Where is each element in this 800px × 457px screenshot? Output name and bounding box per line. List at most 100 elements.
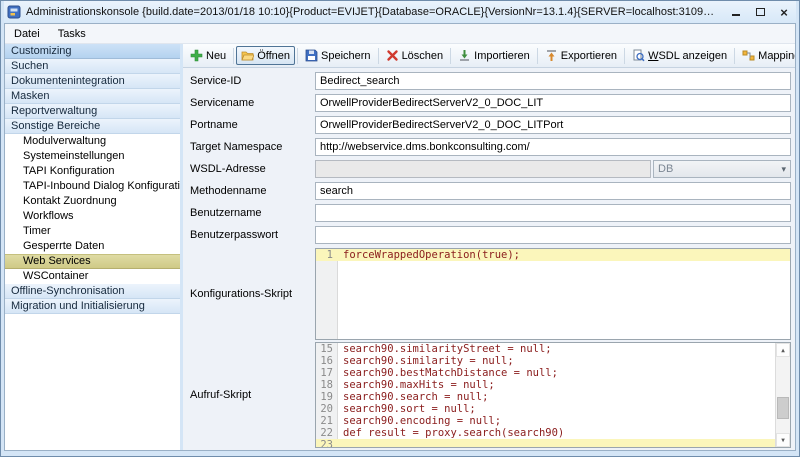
- sidebar-item-modulverwaltung[interactable]: Modulverwaltung: [5, 134, 180, 149]
- title-bar: Administrationskonsole {build.date=2013/…: [4, 1, 796, 23]
- window-controls: ×: [724, 3, 796, 21]
- sidebar-item-label: Offline-Synchronisation: [11, 285, 125, 297]
- sidebar-item-dokumentenintegration[interactable]: Dokumentenintegration: [5, 74, 180, 89]
- portname-input[interactable]: [315, 116, 791, 134]
- sidebar-item-label: Web Services: [23, 255, 91, 267]
- sidebar-item-label: Systemeinstellungen: [23, 150, 125, 162]
- wsdl-view-button[interactable]: WSDL anzeigen: [627, 46, 732, 65]
- sidebar-item-tapi-konfiguration[interactable]: TAPI Konfiguration: [5, 164, 180, 179]
- sidebar-item-migration-und-initialisierung[interactable]: Migration und Initialisierung: [5, 299, 180, 314]
- mapping-icon: [742, 49, 755, 62]
- wsdl-adresse-input[interactable]: [315, 160, 651, 178]
- sidebar-item-tapi-inbound-dialog-konfiguration[interactable]: TAPI-Inbound Dialog Konfiguration: [5, 179, 180, 194]
- web-service-form: Service-ID Servicename Portname Target N…: [183, 68, 795, 450]
- scroll-thumb[interactable]: [777, 397, 789, 420]
- button-label: Importieren: [474, 50, 530, 62]
- sidebar-item-label: TAPI Konfiguration: [23, 165, 115, 177]
- code-line[interactable]: 1 forceWrappedOperation(true);: [316, 249, 790, 261]
- open-folder-icon: [241, 49, 254, 62]
- config-script-editor[interactable]: 1 forceWrappedOperation(true);: [315, 248, 791, 340]
- code-line[interactable]: 15search90.similarityStreet = null;: [316, 343, 775, 355]
- wsdl-source-select[interactable]: DB ▾: [653, 160, 791, 178]
- servicename-input[interactable]: [315, 94, 791, 112]
- new-button[interactable]: Neu: [185, 46, 231, 65]
- target-namespace-input[interactable]: [315, 138, 791, 156]
- sidebar-item-customizing[interactable]: Customizing: [5, 44, 180, 59]
- sidebar-item-gesperrte-daten[interactable]: Gesperrte Daten: [5, 239, 180, 254]
- line-number: 18: [316, 379, 337, 391]
- wsdl-view-icon: [632, 49, 645, 62]
- button-label: Neu: [206, 50, 226, 62]
- sidebar-item-label: TAPI-Inbound Dialog Konfiguration: [23, 180, 180, 192]
- menu-datei[interactable]: Datei: [5, 26, 49, 42]
- close-button[interactable]: ×: [772, 3, 796, 21]
- sidebar-item-label: Sonstige Bereiche: [11, 120, 100, 132]
- menu-bar: Datei Tasks: [5, 24, 795, 44]
- import-button[interactable]: Importieren: [453, 46, 535, 65]
- code-line[interactable]: 21search90.encoding = null;: [316, 415, 775, 427]
- sidebar-item-reportverwaltung[interactable]: Reportverwaltung: [5, 104, 180, 119]
- line-number: 22: [316, 427, 337, 439]
- import-icon: [458, 49, 471, 62]
- button-label: WSDL anzeigen: [648, 50, 727, 62]
- sidebar-item-timer[interactable]: Timer: [5, 224, 180, 239]
- sidebar-item-workflows[interactable]: Workflows: [5, 209, 180, 224]
- benutzername-input[interactable]: [315, 204, 791, 222]
- mapping-button[interactable]: Mapping: [737, 46, 795, 65]
- methodenname-input[interactable]: [315, 182, 791, 200]
- minimize-button[interactable]: [724, 3, 748, 21]
- client-area: Datei Tasks Customizing Suchen Dokumente…: [4, 23, 796, 451]
- app-window: Administrationskonsole {build.date=2013/…: [0, 0, 800, 457]
- maximize-button[interactable]: [748, 3, 772, 21]
- sidebar-item-masken[interactable]: Masken: [5, 89, 180, 104]
- line-number: 21: [316, 415, 337, 427]
- code-line[interactable]: 22def result = proxy.search(search90): [316, 427, 775, 439]
- call-script-scrollbar[interactable]: ▲ ▼: [775, 343, 790, 447]
- code-line[interactable]: 18search90.maxHits = null;: [316, 379, 775, 391]
- benutzerpasswort-label: Benutzerpasswort: [190, 229, 315, 241]
- code-text: [337, 439, 343, 448]
- code-line[interactable]: 19search90.search = null;: [316, 391, 775, 403]
- benutzername-label: Benutzername: [190, 207, 315, 219]
- export-button[interactable]: Exportieren: [540, 46, 622, 65]
- code-line[interactable]: 20search90.sort = null;: [316, 403, 775, 415]
- toolbar-separator: [450, 48, 451, 64]
- line-number: 20: [316, 403, 337, 415]
- form-row-target-namespace: Target Namespace: [190, 136, 791, 158]
- servicename-label: Servicename: [190, 97, 315, 109]
- scroll-down-arrow[interactable]: ▼: [776, 433, 790, 447]
- open-button[interactable]: Öffnen: [236, 46, 295, 65]
- line-number: 19: [316, 391, 337, 403]
- sidebar-item-label: WSContainer: [23, 270, 88, 282]
- scroll-up-arrow[interactable]: ▲: [776, 343, 790, 357]
- delete-button[interactable]: Löschen: [381, 46, 449, 65]
- sidebar-item-sonstige-bereiche[interactable]: Sonstige Bereiche: [5, 119, 180, 134]
- scroll-track[interactable]: [776, 357, 790, 433]
- code-text: def result = proxy.search(search90): [337, 427, 564, 439]
- code-line[interactable]: 16search90.similarity = null;: [316, 355, 775, 367]
- code-text: search90.encoding = null;: [337, 415, 501, 427]
- sidebar-item-kontakt-zuordnung[interactable]: Kontakt Zuordnung: [5, 194, 180, 209]
- form-row-service-id: Service-ID: [190, 70, 791, 92]
- sidebar-item-suchen[interactable]: Suchen: [5, 59, 180, 74]
- window-title: Administrationskonsole {build.date=2013/…: [26, 6, 720, 18]
- line-number: 15: [316, 343, 337, 355]
- menu-tasks[interactable]: Tasks: [49, 26, 95, 42]
- sidebar-item-web-services[interactable]: Web Services: [5, 254, 180, 269]
- form-row-wsdl-adresse: WSDL-Adresse DB ▾: [190, 158, 791, 180]
- toolbar-separator: [233, 48, 234, 64]
- code-line-current[interactable]: 23: [316, 439, 775, 448]
- sidebar: Customizing Suchen Dokumentenintegration…: [5, 44, 183, 450]
- sidebar-item-systemeinstellungen[interactable]: Systemeinstellungen: [5, 149, 180, 164]
- save-button[interactable]: Speichern: [300, 46, 376, 65]
- plus-icon: [190, 49, 203, 62]
- sidebar-item-offline-synchronisation[interactable]: Offline-Synchronisation: [5, 284, 180, 299]
- service-id-input[interactable]: [315, 72, 791, 90]
- benutzerpasswort-input[interactable]: [315, 226, 791, 244]
- code-line[interactable]: 17search90.bestMatchDistance = null;: [316, 367, 775, 379]
- call-script-editor[interactable]: 15search90.similarityStreet = null; 16se…: [315, 342, 791, 448]
- code-text: search90.sort = null;: [337, 403, 476, 415]
- sidebar-item-label: Migration und Initialisierung: [11, 300, 145, 312]
- form-row-benutzerpasswort: Benutzerpasswort: [190, 224, 791, 246]
- sidebar-item-wscontainer[interactable]: WSContainer: [5, 269, 180, 284]
